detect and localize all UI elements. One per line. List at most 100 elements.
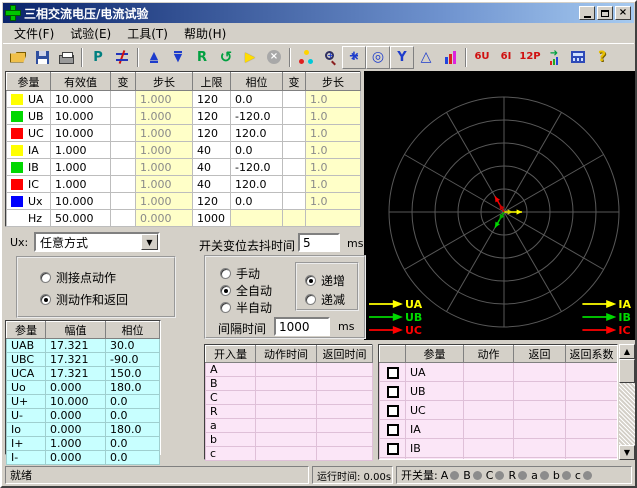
circle-scan-button[interactable]: ◎: [366, 46, 390, 69]
phase-value-cell[interactable]: -120.0: [231, 108, 283, 125]
limit-cell[interactable]: 120: [193, 193, 231, 210]
calculator-button[interactable]: [566, 46, 590, 69]
rms-value-cell[interactable]: 1.000: [51, 159, 111, 176]
phase-value-cell[interactable]: 0.0: [231, 142, 283, 159]
output-monitor-button[interactable]: ➜: [542, 46, 566, 69]
undo-button[interactable]: ↺: [214, 46, 238, 69]
step-cell[interactable]: 1.000: [136, 193, 193, 210]
twelve-phase-button[interactable]: 12P: [518, 46, 542, 69]
phase-value-cell[interactable]: 120.0: [231, 176, 283, 193]
phase-change-cell[interactable]: [283, 210, 306, 227]
radio-contact-action[interactable]: 测接点动作: [40, 269, 116, 286]
change-cell[interactable]: [111, 176, 136, 193]
scroll-up-button[interactable]: ▲: [619, 344, 635, 359]
delta-connection-button[interactable]: △: [414, 46, 438, 69]
start-test-button[interactable]: ▶: [238, 46, 262, 69]
change-cell[interactable]: [111, 193, 136, 210]
phase-change-cell[interactable]: [283, 159, 306, 176]
reset-button[interactable]: R: [190, 46, 214, 69]
phase-step-cell[interactable]: [306, 210, 361, 227]
change-cell[interactable]: [111, 125, 136, 142]
radio-full-auto[interactable]: 全自动: [220, 282, 272, 299]
scrollbar-thumb[interactable]: [619, 359, 635, 383]
row-checkbox[interactable]: [387, 386, 399, 398]
step-cell[interactable]: 1.000: [136, 125, 193, 142]
phase-value-cell[interactable]: 120.0: [231, 125, 283, 142]
wye-connection-button[interactable]: Y: [390, 46, 414, 69]
phase-value-cell[interactable]: [231, 210, 283, 227]
polar-grid-button[interactable]: ++: [342, 46, 366, 69]
rms-value-cell[interactable]: 10.000: [51, 125, 111, 142]
phase-change-cell[interactable]: [283, 108, 306, 125]
change-cell[interactable]: [111, 159, 136, 176]
save-button[interactable]: [30, 46, 54, 69]
step-cell[interactable]: 1.000: [136, 159, 193, 176]
row-checkbox[interactable]: [387, 443, 399, 455]
step-cell[interactable]: 0.000: [136, 210, 193, 227]
menu-item[interactable]: 帮助(H): [178, 24, 232, 43]
phase-step-cell[interactable]: 1.0: [306, 159, 361, 176]
row-checkbox[interactable]: [387, 424, 399, 436]
change-cell[interactable]: [111, 142, 136, 159]
rms-value-cell[interactable]: 1.000: [51, 142, 111, 159]
step-down-button[interactable]: ▼: [166, 46, 190, 69]
minimize-button[interactable]: [579, 6, 595, 20]
radio-increment[interactable]: 递增: [305, 272, 345, 289]
step-cell[interactable]: 1.000: [136, 142, 193, 159]
parameter-setting-button[interactable]: P: [86, 46, 110, 69]
wiring-diagram-button[interactable]: [294, 46, 318, 69]
change-cell[interactable]: [111, 108, 136, 125]
ux-mode-dropdown[interactable]: 任意方式 ▼: [34, 232, 160, 252]
phase-value-cell[interactable]: 0.0: [231, 91, 283, 108]
phase-step-cell[interactable]: 1.0: [306, 193, 361, 210]
step-cell[interactable]: 1.000: [136, 91, 193, 108]
short-circuit-button[interactable]: [110, 46, 134, 69]
limit-cell[interactable]: 120: [193, 108, 231, 125]
phase-change-cell[interactable]: [283, 125, 306, 142]
step-cell[interactable]: 1.000: [136, 108, 193, 125]
help-button[interactable]: ?: [590, 46, 614, 69]
open-file-button[interactable]: [6, 46, 30, 69]
menu-item[interactable]: 工具(T): [121, 24, 174, 43]
limit-cell[interactable]: 40: [193, 176, 231, 193]
limit-cell[interactable]: 120: [193, 125, 231, 142]
maximize-button[interactable]: [597, 6, 613, 20]
phase-value-cell[interactable]: 0.0: [231, 193, 283, 210]
six-current-button[interactable]: 6I: [494, 46, 518, 69]
change-cell[interactable]: [111, 91, 136, 108]
limit-cell[interactable]: 40: [193, 142, 231, 159]
radio-semi-auto[interactable]: 半自动: [220, 299, 272, 316]
rms-value-cell[interactable]: 10.000: [51, 108, 111, 125]
dropdown-button[interactable]: ▼: [141, 234, 158, 250]
phase-step-cell[interactable]: 1.0: [306, 91, 361, 108]
rms-value-cell[interactable]: 1.000: [51, 176, 111, 193]
phase-step-cell[interactable]: 1.0: [306, 108, 361, 125]
phase-change-cell[interactable]: [283, 91, 306, 108]
step-cell[interactable]: 1.000: [136, 176, 193, 193]
radio-decrement[interactable]: 递减: [305, 291, 345, 308]
phase-step-cell[interactable]: 1.0: [306, 176, 361, 193]
interval-input[interactable]: [274, 317, 330, 336]
harmonic-bars-button[interactable]: [438, 46, 462, 69]
change-cell[interactable]: [111, 210, 136, 227]
radio-manual[interactable]: 手动: [220, 265, 260, 282]
radio-action-and-return[interactable]: 测动作和返回: [40, 291, 128, 308]
row-checkbox[interactable]: [387, 367, 399, 379]
limit-cell[interactable]: 1000: [193, 210, 231, 227]
menu-item[interactable]: 文件(F): [8, 24, 60, 43]
step-up-button[interactable]: ▲: [142, 46, 166, 69]
phase-step-cell[interactable]: 1.0: [306, 142, 361, 159]
debounce-input[interactable]: [298, 233, 340, 252]
phase-step-cell[interactable]: 1.0: [306, 125, 361, 142]
rms-value-cell[interactable]: 50.000: [51, 210, 111, 227]
stop-test-button[interactable]: ×: [262, 46, 286, 69]
close-button[interactable]: ×: [615, 6, 631, 20]
phase-change-cell[interactable]: [283, 193, 306, 210]
vertical-scrollbar[interactable]: ▲ ▼: [619, 344, 635, 460]
scroll-down-button[interactable]: ▼: [619, 445, 635, 460]
menu-item[interactable]: 试验(E): [64, 24, 117, 43]
rms-value-cell[interactable]: 10.000: [51, 91, 111, 108]
rms-value-cell[interactable]: 10.000: [51, 193, 111, 210]
phase-change-cell[interactable]: [283, 176, 306, 193]
zoom-button[interactable]: +: [318, 46, 342, 69]
